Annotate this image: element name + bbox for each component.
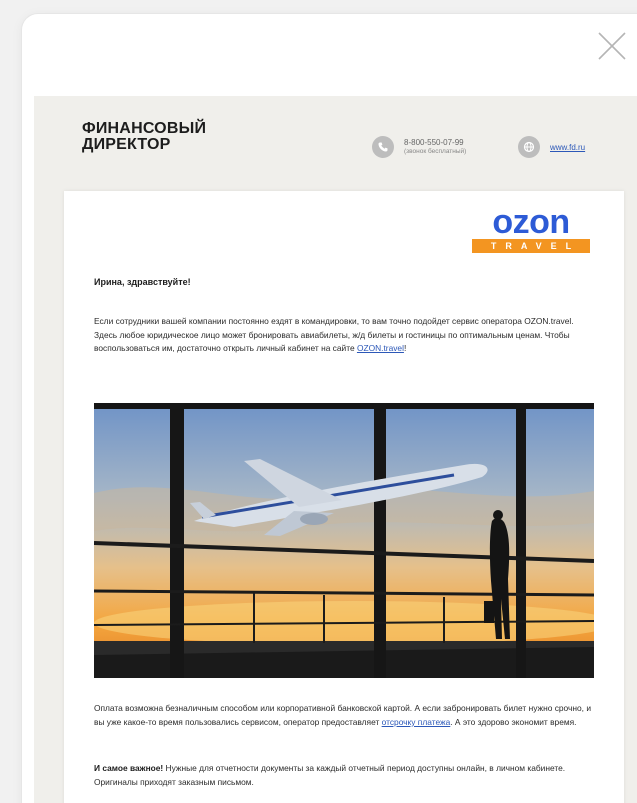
brand-logo: ФИНАНСОВЫЙ ДИРЕКТОР — [82, 121, 206, 153]
phone-number: 8-800-550-07-99 — [404, 138, 464, 147]
airport-window-airplane-image — [94, 403, 594, 678]
travel-logo-bar: TRAVEL — [472, 239, 590, 253]
site-link[interactable]: www.fd.ru — [550, 143, 585, 152]
intro-text: Если сотрудники вашей компании постоянно… — [94, 316, 574, 353]
payment-text-end: . А это здорово экономит время. — [450, 717, 577, 727]
intro-paragraph: Если сотрудники вашей компании постоянно… — [94, 315, 596, 356]
close-button[interactable] — [596, 30, 628, 62]
documents-emphasis: И самое важное! — [94, 763, 164, 773]
email-body-card: ozon TRAVEL Ирина, здравствуйте! Если со… — [64, 191, 624, 803]
close-icon — [598, 32, 626, 60]
ozon-logo-word: ozon — [492, 203, 570, 241]
phone-note: (звонок бесплатный) — [404, 148, 467, 155]
payment-paragraph: Оплата возможна безналичным способом или… — [94, 701, 599, 729]
newsletter-preview: ФИНАНСОВЫЙ ДИРЕКТОР 8-800-550-07-99 (зво… — [34, 96, 637, 803]
globe-icon — [518, 136, 540, 158]
phone-text: 8-800-550-07-99 (звонок бесплатный) — [404, 138, 466, 156]
documents-text: Нужные для отчетности документы за кажды… — [94, 763, 566, 787]
email-preview-modal: ФИНАНСОВЫЙ ДИРЕКТОР 8-800-550-07-99 (зво… — [22, 14, 637, 803]
brand-line-1: ФИНАНСОВЫЙ — [82, 120, 207, 137]
ozon-travel-link[interactable]: OZON.travel — [357, 343, 404, 353]
brand-line-2: ДИРЕКТОР — [82, 136, 171, 153]
ozon-travel-logo: ozon TRAVEL — [472, 203, 590, 253]
site-contact: www.fd.ru — [518, 136, 585, 158]
intro-end: ! — [403, 343, 407, 353]
phone-contact: 8-800-550-07-99 (звонок бесплатный) — [372, 136, 466, 158]
documents-paragraph: И самое важное! Нужные для отчетности до… — [94, 761, 599, 789]
phone-icon — [372, 136, 394, 158]
deferred-payment-link[interactable]: отсрочку платежа — [382, 717, 451, 727]
greeting: Ирина, здравствуйте! — [94, 277, 191, 287]
